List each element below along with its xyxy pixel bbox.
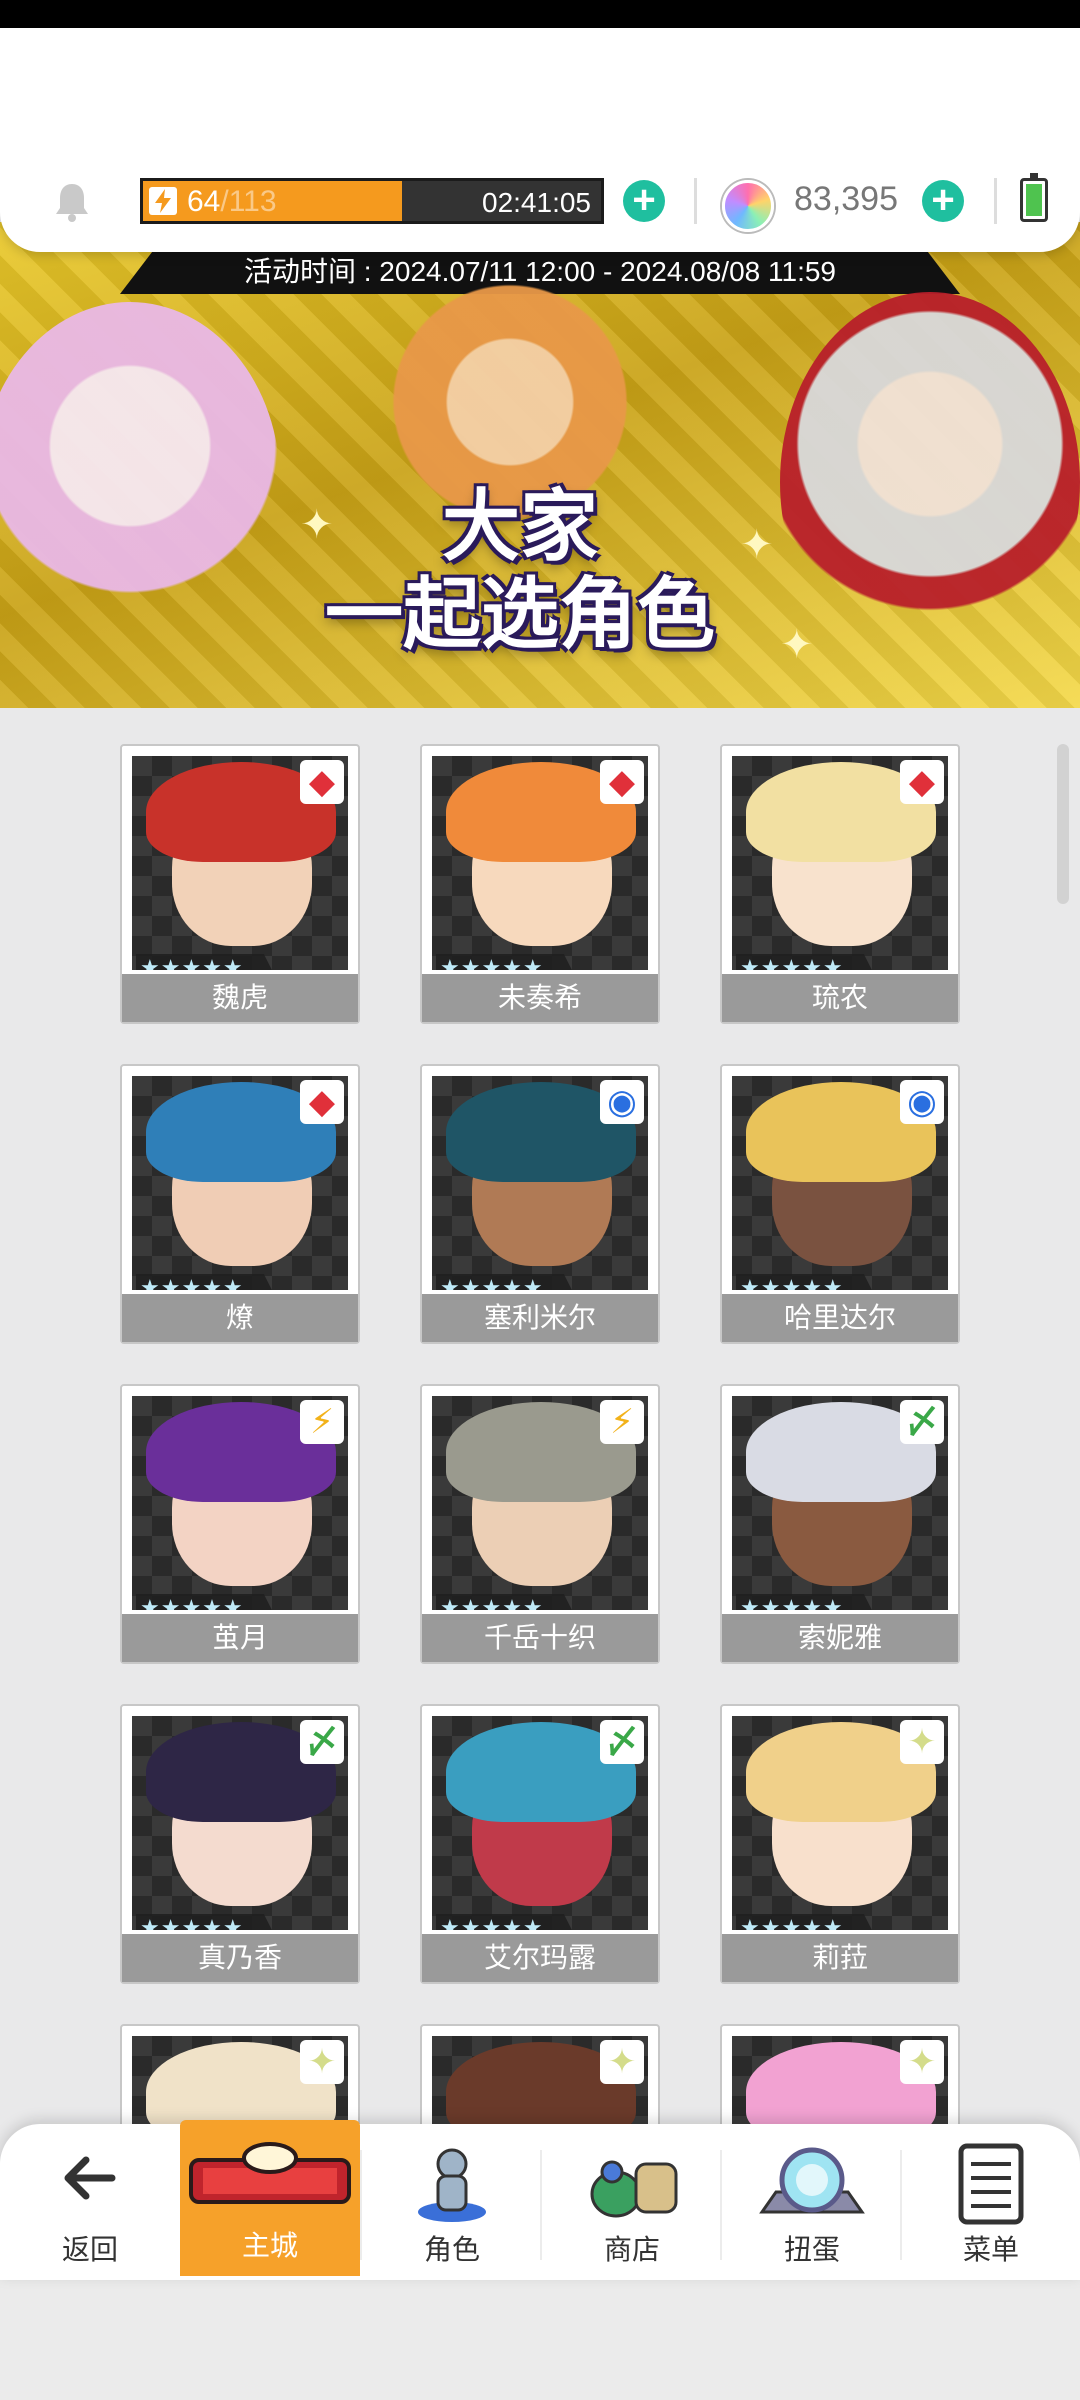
star-rating: ★★★★★ <box>736 954 878 970</box>
character-name: 琉农 <box>722 974 958 1022</box>
character-portrait: ◉ ★★★★★ <box>432 1076 648 1290</box>
star-rating: ★★★★★ <box>436 1594 578 1610</box>
character-card[interactable]: 〆 ★★★★★ 索妮雅 <box>720 1384 960 1664</box>
character-portrait: ◉ ★★★★★ <box>732 1076 948 1290</box>
character-portrait: 〆 ★★★★★ <box>732 1396 948 1610</box>
element-water-icon: ◉ <box>900 1080 944 1124</box>
element-lightning-icon: ⚡ <box>600 1400 644 1444</box>
nav-shop[interactable]: 商店 <box>542 2124 722 2280</box>
character-card[interactable]: ◆ ★★★★★ 未奏希 <box>420 744 660 1024</box>
star-rating: ★★★★★ <box>436 1274 578 1290</box>
character-card[interactable]: 〆 ★★★★★ 艾尔玛露 <box>420 1704 660 1984</box>
battery-icon <box>1020 173 1048 222</box>
character-name: 魏虎 <box>122 974 358 1022</box>
character-name: 莉菈 <box>722 1934 958 1982</box>
element-water-icon: ◉ <box>600 1080 644 1124</box>
character-name: 未奏希 <box>422 974 658 1022</box>
character-name: 茧月 <box>122 1614 358 1662</box>
star-rating: ★★★★★ <box>136 1914 278 1930</box>
character-portrait: ⚡ ★★★★★ <box>132 1396 348 1610</box>
character-name: 哈里达尔 <box>722 1294 958 1342</box>
character-portrait: ✦ ★★★★★ <box>732 1716 948 1930</box>
nav-castle[interactable]: 主城 <box>180 2120 360 2276</box>
nav-menu[interactable]: 菜单 <box>902 2124 1080 2280</box>
add-gems-button[interactable]: + <box>922 180 964 222</box>
character-card[interactable]: ◉ ★★★★★ 哈里达尔 <box>720 1064 960 1344</box>
character-portrait: ◆ ★★★★★ <box>432 756 648 970</box>
star-rating: ★★★★★ <box>436 1914 578 1930</box>
star-rating: ★★★★★ <box>136 1274 278 1290</box>
element-diamond-icon: ◆ <box>900 760 944 804</box>
star-rating: ★★★★★ <box>736 1594 878 1610</box>
character-card[interactable]: ◆ ★★★★★ 琉农 <box>720 744 960 1024</box>
element-diamond-icon: ◆ <box>300 760 344 804</box>
banner-title: 大家 一起选角色 <box>324 482 715 658</box>
character-portrait: 〆 ★★★★★ <box>432 1716 648 1930</box>
character-card[interactable]: 〆 ★★★★★ 真乃香 <box>120 1704 360 1984</box>
stamina-icon <box>149 187 177 215</box>
back-arrow-icon <box>64 2156 116 2200</box>
scrollbar[interactable] <box>1057 744 1069 904</box>
stamina-timer: 02:41:05 <box>482 187 591 218</box>
element-wind-icon: 〆 <box>600 1720 644 1764</box>
system-status-bar <box>0 0 1080 28</box>
character-card[interactable]: ⚡ ★★★★★ 茧月 <box>120 1384 360 1664</box>
character-name: 索妮雅 <box>722 1614 958 1662</box>
divider <box>994 178 997 224</box>
nav-characters[interactable]: 角色 <box>362 2124 542 2280</box>
character-name: 塞利米尔 <box>422 1294 658 1342</box>
character-portrait: ◆ ★★★★★ <box>132 1076 348 1290</box>
castle-icon <box>189 2142 351 2204</box>
gem-icon <box>722 180 774 232</box>
element-light-icon: ✦ <box>900 2040 944 2084</box>
element-wind-icon: 〆 <box>900 1400 944 1444</box>
add-stamina-button[interactable]: + <box>623 180 665 222</box>
menu-list-icon <box>958 2143 1024 2225</box>
star-rating: ★★★★★ <box>736 1274 878 1290</box>
element-diamond-icon: ◆ <box>300 1080 344 1124</box>
gem-count: 83,395 <box>794 180 898 218</box>
character-portrait: ◆ ★★★★★ <box>732 756 948 970</box>
shop-bag-icon <box>590 2160 678 2218</box>
star-rating: ★★★★★ <box>136 1594 278 1610</box>
character-portrait: ⚡ ★★★★★ <box>432 1396 648 1610</box>
banner-character-art <box>0 302 280 662</box>
character-name: 燎 <box>122 1294 358 1342</box>
bell-icon[interactable] <box>48 178 96 226</box>
divider <box>694 178 697 224</box>
character-name: 千岳十织 <box>422 1614 658 1662</box>
element-light-icon: ✦ <box>900 1720 944 1764</box>
element-wind-icon: 〆 <box>300 1720 344 1764</box>
character-name: 真乃香 <box>122 1934 358 1982</box>
banner-character-art <box>780 292 1080 672</box>
character-card[interactable]: ◆ ★★★★★ 燎 <box>120 1064 360 1344</box>
bottom-navigation: 返回 主城 角色 商店 扭蛋 菜单 <box>0 2120 1080 2280</box>
nav-back[interactable]: 返回 <box>0 2124 180 2280</box>
character-name: 艾尔玛露 <box>422 1934 658 1982</box>
stamina-value: 64/113 <box>187 185 277 218</box>
star-rating: ★★★★★ <box>736 1914 878 1930</box>
character-card[interactable]: ◆ ★★★★★ 魏虎 <box>120 744 360 1024</box>
star-rating: ★★★★★ <box>136 954 278 970</box>
character-portrait: ◆ ★★★★★ <box>132 756 348 970</box>
element-lightning-icon: ⚡ <box>300 1400 344 1444</box>
nav-gacha[interactable]: 扭蛋 <box>722 2124 902 2280</box>
character-card[interactable]: ◉ ★★★★★ 塞利米尔 <box>420 1064 660 1344</box>
element-light-icon: ✦ <box>600 2040 644 2084</box>
element-diamond-icon: ◆ <box>600 760 644 804</box>
event-banner[interactable]: 活动时间 : 2024.07/11 12:00 - 2024.08/08 11:… <box>0 222 1080 708</box>
system-navigation-area <box>0 2280 1080 2400</box>
character-card[interactable]: ⚡ ★★★★★ 千岳十织 <box>420 1384 660 1664</box>
character-icon <box>418 2148 486 2222</box>
character-card[interactable]: ✦ ★★★★★ 莉菈 <box>720 1704 960 1984</box>
element-light-icon: ✦ <box>300 2040 344 2084</box>
stamina-bar: 64/113 02:41:05 <box>140 178 604 224</box>
sparkle-icon: ✦ <box>780 623 814 667</box>
star-rating: ★★★★★ <box>436 954 578 970</box>
gacha-orb-icon <box>759 2147 865 2214</box>
resource-bar: 64/113 02:41:05 + 83,395 + <box>0 28 1080 252</box>
character-portrait: 〆 ★★★★★ <box>132 1716 348 1930</box>
